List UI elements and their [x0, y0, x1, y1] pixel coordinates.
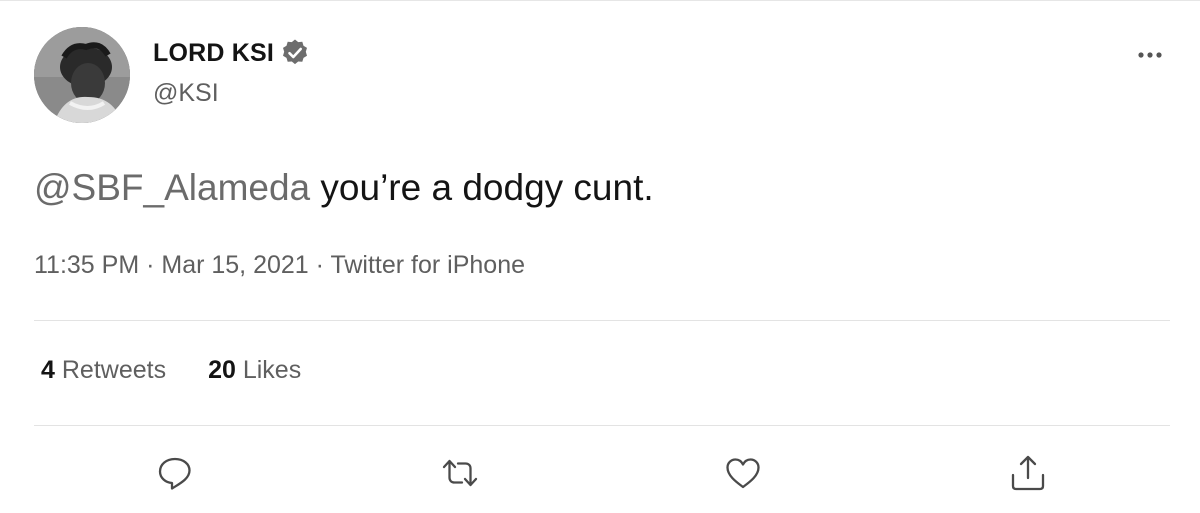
meta-separator: · — [308, 251, 331, 279]
tweet-meta: 11:35 PM · Mar 15, 2021 · Twitter for iP… — [34, 251, 525, 280]
name-row: LORD KSI — [153, 38, 310, 68]
retweets-label: Retweets — [61, 356, 167, 384]
like-icon — [726, 458, 760, 489]
more-icon — [1138, 52, 1162, 58]
tweet-time[interactable]: 11:35 PM — [34, 251, 139, 279]
more-options-button[interactable] — [1130, 43, 1170, 67]
reply-button[interactable] — [155, 453, 195, 493]
retweet-icon — [442, 459, 478, 487]
avatar[interactable] — [34, 27, 130, 123]
like-button[interactable] — [723, 453, 763, 493]
retweets-count: 4 — [41, 356, 55, 384]
retweets-stat[interactable]: 4 Retweets — [41, 356, 166, 385]
tweet-card: LORD KSI @KSI @SBF_Alameda you’re a dodg… — [0, 0, 1200, 513]
reply-icon — [158, 457, 191, 490]
divider — [34, 425, 1170, 426]
user-handle[interactable]: @KSI — [153, 79, 219, 108]
retweet-button[interactable] — [440, 453, 480, 493]
tweet-date[interactable]: Mar 15, 2021 — [161, 251, 308, 279]
display-name[interactable]: LORD KSI — [153, 39, 274, 68]
tweet-body: you’re a dodgy cunt. — [310, 167, 654, 208]
likes-count: 20 — [208, 356, 236, 384]
likes-stat[interactable]: 20 Likes — [208, 356, 301, 385]
tweet-stats: 4 Retweets 20 Likes — [41, 356, 301, 385]
likes-label: Likes — [242, 356, 302, 384]
share-icon — [1011, 455, 1045, 491]
divider — [34, 320, 1170, 321]
tweet-text: @SBF_Alameda you’re a dodgy cunt. — [34, 164, 654, 212]
avatar-image — [34, 27, 130, 123]
verified-badge-icon — [280, 38, 310, 68]
tweet-source[interactable]: Twitter for iPhone — [330, 251, 525, 279]
share-button[interactable] — [1008, 453, 1048, 493]
mention-link[interactable]: @SBF_Alameda — [34, 167, 310, 208]
meta-separator: · — [139, 251, 162, 279]
